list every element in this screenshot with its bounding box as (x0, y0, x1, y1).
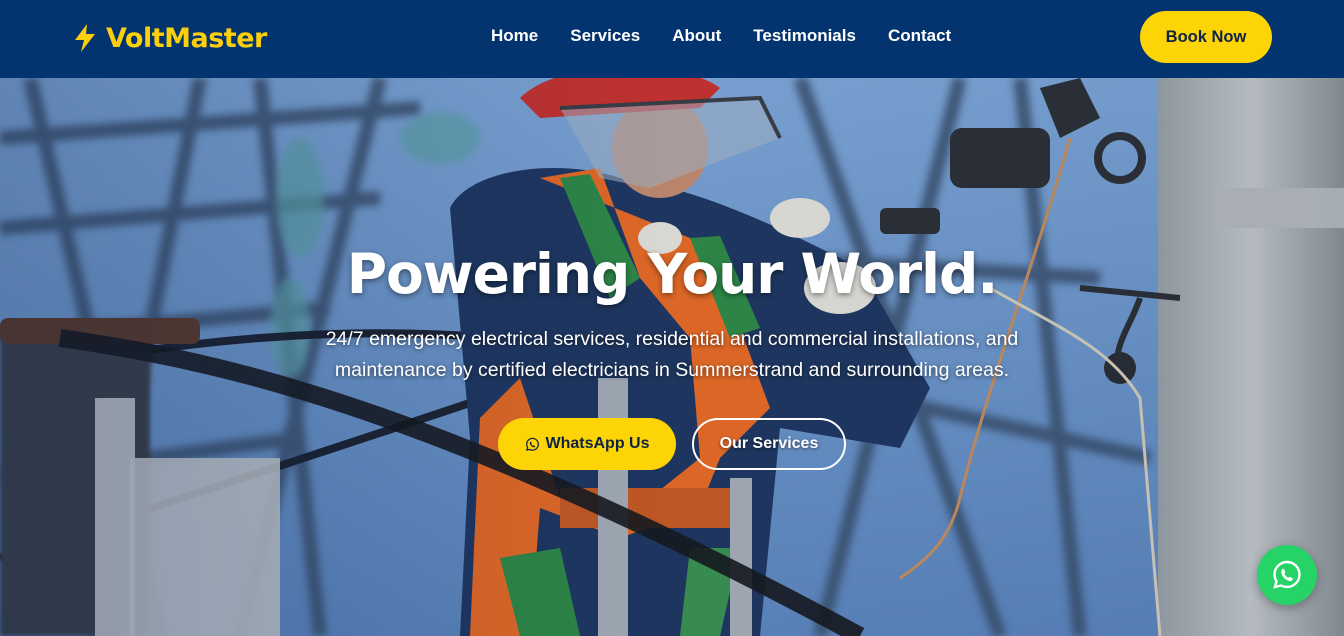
main-nav: Home Services About Testimonials Contact (491, 26, 951, 46)
our-services-button[interactable]: Our Services (692, 418, 846, 470)
whatsapp-us-button[interactable]: WhatsApp Us (498, 418, 676, 470)
nav-link-about[interactable]: About (672, 26, 721, 46)
whatsapp-icon (1273, 560, 1301, 589)
hero-section: Powering Your World. 24/7 emergency elec… (0, 78, 1344, 636)
nav-link-testimonials[interactable]: Testimonials (753, 26, 856, 46)
hero-subtitle: 24/7 emergency electrical services, resi… (325, 328, 1019, 381)
navbar: VoltMaster Home Services About Testimoni… (0, 0, 1344, 78)
nav-link-contact[interactable]: Contact (888, 26, 951, 46)
book-now-button[interactable]: Book Now (1140, 11, 1272, 63)
nav-link-home[interactable]: Home (491, 26, 538, 46)
bolt-icon (75, 24, 95, 52)
whatsapp-us-label: WhatsApp Us (545, 435, 650, 452)
brand-name: VoltMaster (106, 22, 267, 54)
floating-whatsapp-button[interactable] (1257, 545, 1317, 605)
nav-link-services[interactable]: Services (570, 26, 640, 46)
hero-title: Powering Your World. (346, 242, 999, 306)
whatsapp-icon (525, 437, 539, 451)
brand-logo[interactable]: VoltMaster (72, 20, 267, 56)
